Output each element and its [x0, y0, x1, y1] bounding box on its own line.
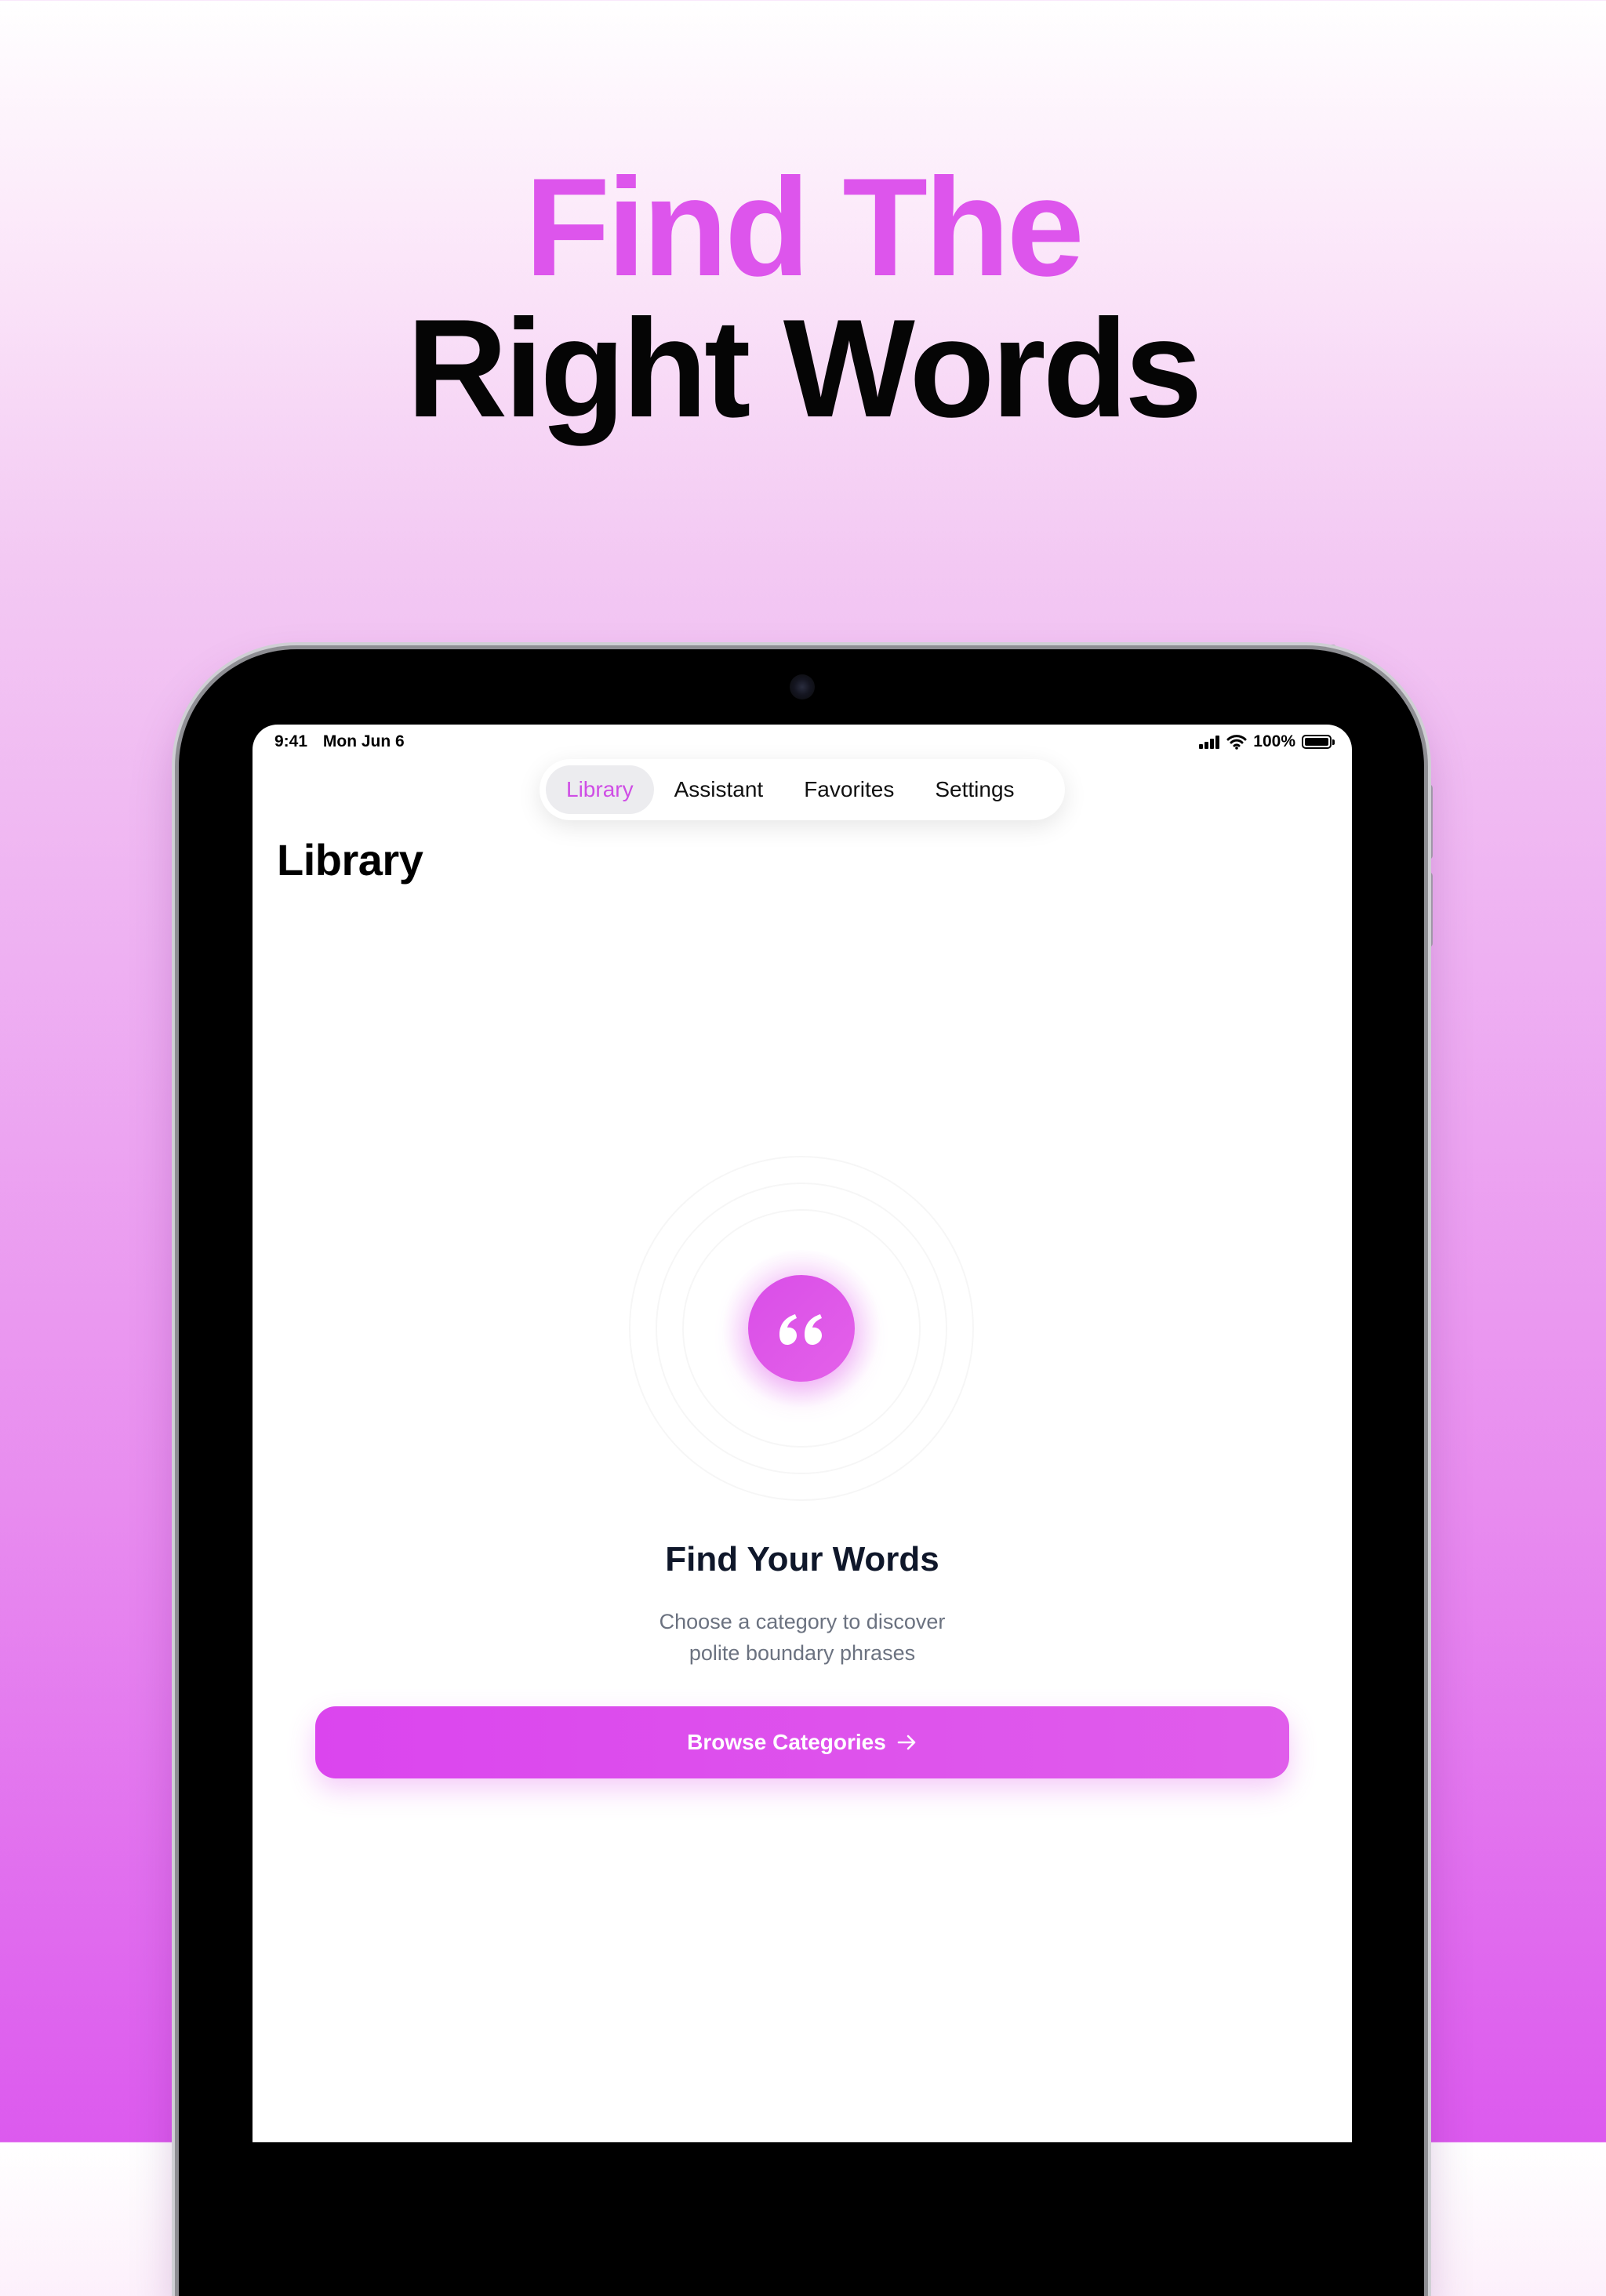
empty-state-illustration: [629, 1156, 974, 1501]
tab-favorites[interactable]: Favorites: [783, 765, 914, 814]
headline-line-accent: Find The: [525, 149, 1085, 305]
status-right: 100%: [1198, 732, 1335, 751]
device-volume-down-button: [1425, 872, 1433, 947]
status-bar: 9:41 Mon Jun 6 100%: [253, 725, 1352, 762]
app-screen: 9:41 Mon Jun 6 100% Library Assistant Fa…: [253, 725, 1352, 2142]
front-camera: [790, 674, 815, 699]
arrow-right-icon: [897, 1735, 916, 1750]
page-title: Library: [277, 835, 423, 885]
browse-categories-label: Browse Categories: [687, 1730, 886, 1754]
status-date: Mon Jun 6: [322, 732, 405, 750]
empty-state-title: Find Your Words: [665, 1540, 939, 1578]
tab-library[interactable]: Library: [546, 765, 654, 814]
cellular-signal-icon: [1199, 736, 1220, 749]
battery-icon: [1302, 735, 1335, 749]
top-tab-bar: Library Assistant Favorites Settings: [540, 759, 1065, 820]
battery-level-fill: [1305, 738, 1328, 746]
tab-settings[interactable]: Settings: [914, 765, 1034, 814]
status-left: 9:41 Mon Jun 6: [274, 732, 416, 751]
wifi-icon: [1226, 735, 1247, 750]
empty-state-subtitle: Choose a category to discover polite bou…: [606, 1606, 998, 1669]
headline-line-dark: Right Words: [406, 290, 1203, 446]
marketing-headline: Find The Right Words: [0, 157, 1606, 439]
quote-badge: [748, 1275, 855, 1382]
subtitle-line-2: polite boundary phrases: [689, 1641, 916, 1665]
tab-assistant[interactable]: Assistant: [654, 765, 784, 814]
browse-categories-button[interactable]: Browse Categories: [315, 1706, 1289, 1778]
battery-percent: 100%: [1253, 732, 1295, 750]
device-volume-up-button: [1425, 784, 1433, 859]
status-time: 9:41: [274, 732, 308, 750]
quote-icon: [779, 1314, 822, 1345]
subtitle-line-1: Choose a category to discover: [659, 1610, 946, 1633]
